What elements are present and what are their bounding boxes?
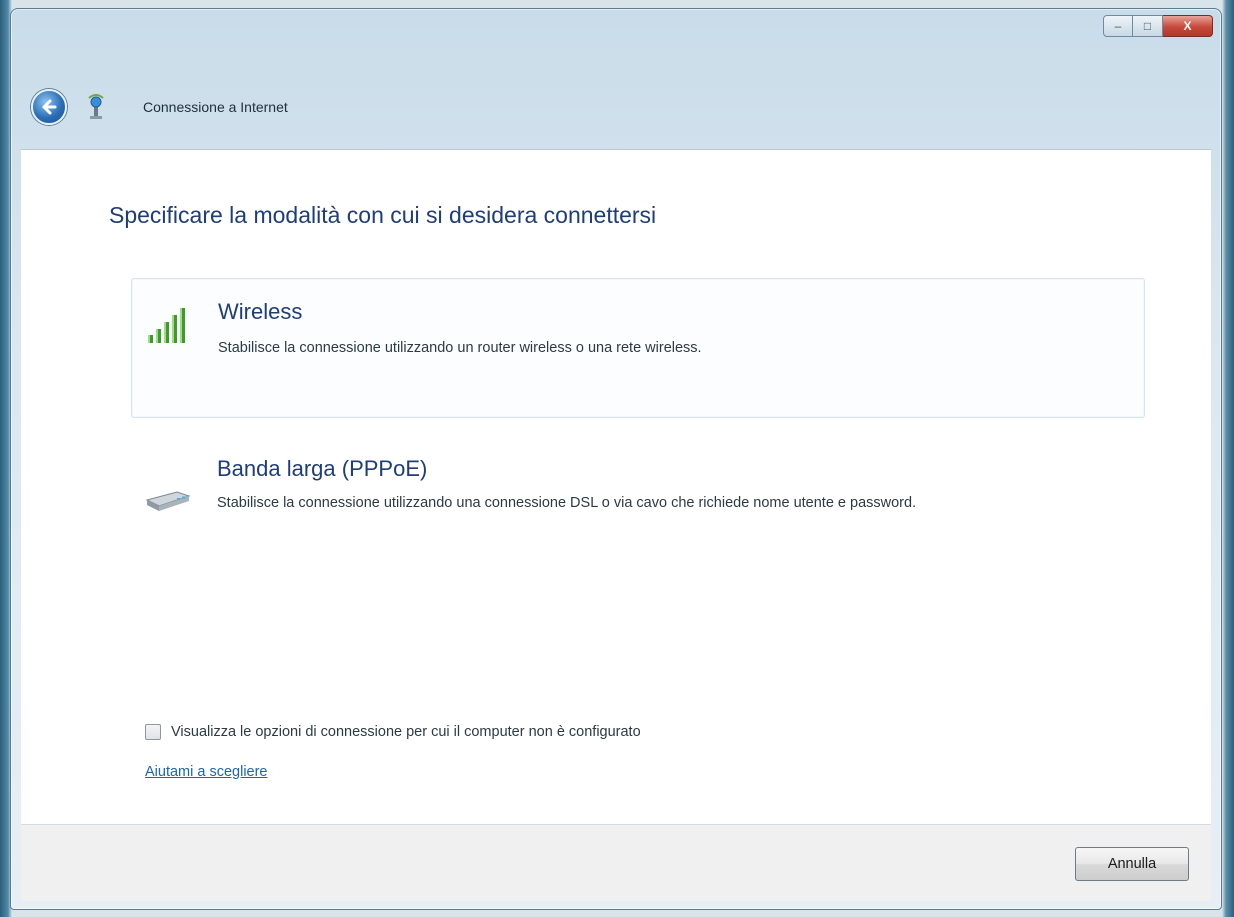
caption-buttons: – □ X	[1103, 15, 1213, 37]
content-panel: Specificare la modalità con cui si desid…	[21, 149, 1211, 825]
dialog-footer: Annulla	[21, 825, 1211, 901]
option-broadband-pppoe[interactable]: Banda larga (PPPoE) Stabilisce la connes…	[131, 450, 1145, 560]
window-title: Connessione a Internet	[143, 99, 288, 115]
option-description: Stabilisce la connessione utilizzando un…	[217, 495, 917, 511]
navigation-bar: Connessione a Internet	[31, 89, 288, 125]
maximize-button[interactable]: □	[1133, 15, 1163, 37]
checkbox-label: Visualizza le opzioni di connessione per…	[171, 724, 641, 740]
help-me-choose-link[interactable]: Aiutami a scegliere	[145, 764, 268, 780]
connection-dialog: – □ X Connessione a Internet Specificare…	[10, 8, 1222, 910]
option-description: Stabilisce la connessione utilizzando un…	[218, 340, 702, 356]
network-connection-icon	[83, 93, 109, 121]
cancel-button[interactable]: Annulla	[1075, 847, 1189, 881]
option-title: Wireless	[218, 299, 303, 324]
broadband-modem-icon	[145, 491, 191, 511]
close-button[interactable]: X	[1163, 15, 1213, 37]
option-title: Banda larga (PPPoE)	[217, 456, 428, 481]
wireless-signal-icon	[148, 308, 185, 343]
show-unconfigured-options-row: Visualizza le opzioni di connessione per…	[145, 724, 641, 740]
option-wireless[interactable]: Wireless Stabilisce la connessione utili…	[131, 278, 1145, 418]
page-heading: Specificare la modalità con cui si desid…	[109, 202, 657, 228]
show-unconfigured-checkbox[interactable]	[145, 724, 161, 740]
minimize-button[interactable]: –	[1103, 15, 1133, 37]
back-arrow-icon	[42, 99, 57, 115]
back-button[interactable]	[31, 89, 67, 125]
